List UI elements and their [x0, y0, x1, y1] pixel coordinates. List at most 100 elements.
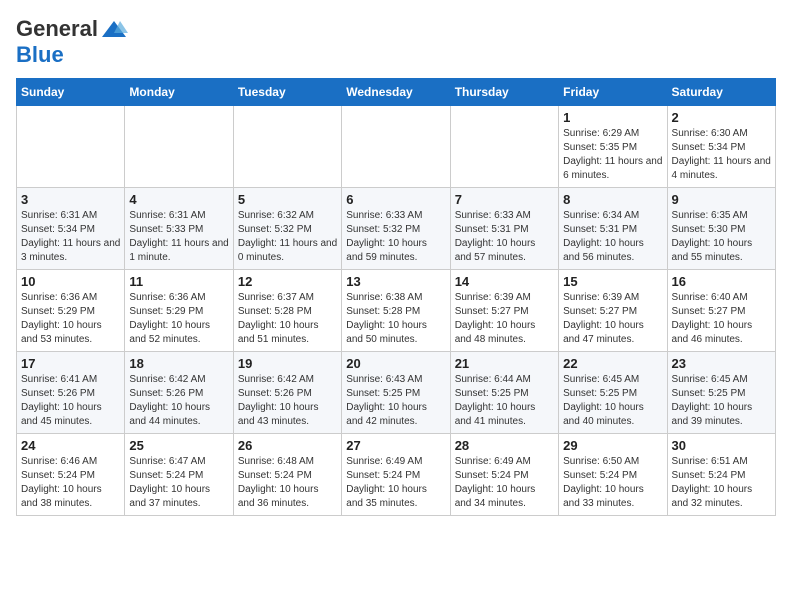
- calendar-cell: [450, 106, 558, 188]
- calendar-cell: 19 Sunrise: 6:42 AM Sunset: 5:26 PM Dayli…: [233, 352, 341, 434]
- day-number: 28: [455, 438, 554, 453]
- calendar-cell: [342, 106, 450, 188]
- calendar-cell: 14 Sunrise: 6:39 AM Sunset: 5:27 PM Dayli…: [450, 270, 558, 352]
- logo-icon: [100, 19, 128, 39]
- day-number: 14: [455, 274, 554, 289]
- calendar-cell: 5 Sunrise: 6:32 AM Sunset: 5:32 PM Daylig…: [233, 188, 341, 270]
- day-number: 15: [563, 274, 662, 289]
- calendar: SundayMondayTuesdayWednesdayThursdayFrid…: [16, 78, 776, 516]
- calendar-cell: 6 Sunrise: 6:33 AM Sunset: 5:32 PM Daylig…: [342, 188, 450, 270]
- day-number: 4: [129, 192, 228, 207]
- header: General Blue: [16, 16, 776, 68]
- calendar-cell: 3 Sunrise: 6:31 AM Sunset: 5:34 PM Daylig…: [17, 188, 125, 270]
- weekday-header-thursday: Thursday: [450, 79, 558, 106]
- day-number: 25: [129, 438, 228, 453]
- day-info: Sunrise: 6:42 AM Sunset: 5:26 PM Dayligh…: [238, 373, 337, 429]
- day-info: Sunrise: 6:50 AM Sunset: 5:24 PM Dayligh…: [563, 455, 662, 511]
- day-number: 7: [455, 192, 554, 207]
- weekday-header-friday: Friday: [559, 79, 667, 106]
- day-info: Sunrise: 6:30 AM Sunset: 5:34 PM Dayligh…: [672, 127, 771, 183]
- day-number: 27: [346, 438, 445, 453]
- day-info: Sunrise: 6:39 AM Sunset: 5:27 PM Dayligh…: [455, 291, 554, 347]
- calendar-cell: 30Sunrise: 6:51 AM Sunset: 5:24 PM Dayli…: [667, 434, 775, 516]
- calendar-week-2: 3 Sunrise: 6:31 AM Sunset: 5:34 PM Daylig…: [17, 188, 776, 270]
- day-info: Sunrise: 6:29 AM Sunset: 5:35 PM Dayligh…: [563, 127, 662, 183]
- day-number: 17: [21, 356, 120, 371]
- day-info: Sunrise: 6:46 AM Sunset: 5:24 PM Dayligh…: [21, 455, 120, 511]
- day-number: 18: [129, 356, 228, 371]
- day-number: 12: [238, 274, 337, 289]
- day-number: 13: [346, 274, 445, 289]
- day-info: Sunrise: 6:49 AM Sunset: 5:24 PM Dayligh…: [346, 455, 445, 511]
- day-info: Sunrise: 6:35 AM Sunset: 5:30 PM Dayligh…: [672, 209, 771, 265]
- day-number: 10: [21, 274, 120, 289]
- day-number: 6: [346, 192, 445, 207]
- day-number: 26: [238, 438, 337, 453]
- day-info: Sunrise: 6:41 AM Sunset: 5:26 PM Dayligh…: [21, 373, 120, 429]
- calendar-cell: 9 Sunrise: 6:35 AM Sunset: 5:30 PM Daylig…: [667, 188, 775, 270]
- calendar-cell: 20 Sunrise: 6:43 AM Sunset: 5:25 PM Dayli…: [342, 352, 450, 434]
- day-number: 24: [21, 438, 120, 453]
- calendar-cell: 21 Sunrise: 6:44 AM Sunset: 5:25 PM Dayli…: [450, 352, 558, 434]
- day-info: Sunrise: 6:48 AM Sunset: 5:24 PM Dayligh…: [238, 455, 337, 511]
- logo-blue: Blue: [16, 42, 64, 67]
- day-info: Sunrise: 6:42 AM Sunset: 5:26 PM Dayligh…: [129, 373, 228, 429]
- calendar-cell: 12 Sunrise: 6:37 AM Sunset: 5:28 PM Dayli…: [233, 270, 341, 352]
- day-number: 1: [563, 110, 662, 125]
- calendar-cell: 17 Sunrise: 6:41 AM Sunset: 5:26 PM Dayli…: [17, 352, 125, 434]
- calendar-cell: 10 Sunrise: 6:36 AM Sunset: 5:29 PM Dayli…: [17, 270, 125, 352]
- calendar-cell: 16 Sunrise: 6:40 AM Sunset: 5:27 PM Dayli…: [667, 270, 775, 352]
- day-info: Sunrise: 6:31 AM Sunset: 5:34 PM Dayligh…: [21, 209, 120, 265]
- day-number: 11: [129, 274, 228, 289]
- day-number: 8: [563, 192, 662, 207]
- day-number: 19: [238, 356, 337, 371]
- day-info: Sunrise: 6:36 AM Sunset: 5:29 PM Dayligh…: [21, 291, 120, 347]
- calendar-week-1: 1 Sunrise: 6:29 AM Sunset: 5:35 PM Daylig…: [17, 106, 776, 188]
- day-number: 2: [672, 110, 771, 125]
- calendar-cell: 26 Sunrise: 6:48 AM Sunset: 5:24 PM Dayli…: [233, 434, 341, 516]
- day-info: Sunrise: 6:49 AM Sunset: 5:24 PM Dayligh…: [455, 455, 554, 511]
- day-number: 9: [672, 192, 771, 207]
- logo-general: General: [16, 16, 98, 42]
- calendar-cell: [233, 106, 341, 188]
- day-info: Sunrise: 6:34 AM Sunset: 5:31 PM Dayligh…: [563, 209, 662, 265]
- day-number: 20: [346, 356, 445, 371]
- weekday-header-tuesday: Tuesday: [233, 79, 341, 106]
- calendar-week-4: 17 Sunrise: 6:41 AM Sunset: 5:26 PM Dayli…: [17, 352, 776, 434]
- day-number: 16: [672, 274, 771, 289]
- calendar-cell: 4 Sunrise: 6:31 AM Sunset: 5:33 PM Daylig…: [125, 188, 233, 270]
- weekday-header-monday: Monday: [125, 79, 233, 106]
- day-info: Sunrise: 6:33 AM Sunset: 5:32 PM Dayligh…: [346, 209, 445, 265]
- calendar-cell: 7Sunrise: 6:33 AM Sunset: 5:31 PM Daylig…: [450, 188, 558, 270]
- calendar-cell: [17, 106, 125, 188]
- day-info: Sunrise: 6:31 AM Sunset: 5:33 PM Dayligh…: [129, 209, 228, 265]
- day-info: Sunrise: 6:45 AM Sunset: 5:25 PM Dayligh…: [563, 373, 662, 429]
- day-info: Sunrise: 6:40 AM Sunset: 5:27 PM Dayligh…: [672, 291, 771, 347]
- day-info: Sunrise: 6:37 AM Sunset: 5:28 PM Dayligh…: [238, 291, 337, 347]
- calendar-week-3: 10 Sunrise: 6:36 AM Sunset: 5:29 PM Dayli…: [17, 270, 776, 352]
- calendar-cell: 28 Sunrise: 6:49 AM Sunset: 5:24 PM Dayli…: [450, 434, 558, 516]
- day-number: 21: [455, 356, 554, 371]
- logo: General Blue: [16, 16, 128, 68]
- weekday-header-wednesday: Wednesday: [342, 79, 450, 106]
- calendar-cell: 13Sunrise: 6:38 AM Sunset: 5:28 PM Dayli…: [342, 270, 450, 352]
- calendar-cell: 1 Sunrise: 6:29 AM Sunset: 5:35 PM Daylig…: [559, 106, 667, 188]
- day-number: 23: [672, 356, 771, 371]
- calendar-header-row: SundayMondayTuesdayWednesdayThursdayFrid…: [17, 79, 776, 106]
- weekday-header-sunday: Sunday: [17, 79, 125, 106]
- day-info: Sunrise: 6:39 AM Sunset: 5:27 PM Dayligh…: [563, 291, 662, 347]
- day-info: Sunrise: 6:51 AM Sunset: 5:24 PM Dayligh…: [672, 455, 771, 511]
- calendar-cell: 27 Sunrise: 6:49 AM Sunset: 5:24 PM Dayli…: [342, 434, 450, 516]
- day-number: 3: [21, 192, 120, 207]
- day-info: Sunrise: 6:43 AM Sunset: 5:25 PM Dayligh…: [346, 373, 445, 429]
- day-number: 5: [238, 192, 337, 207]
- calendar-cell: 8 Sunrise: 6:34 AM Sunset: 5:31 PM Daylig…: [559, 188, 667, 270]
- calendar-cell: 2 Sunrise: 6:30 AM Sunset: 5:34 PM Daylig…: [667, 106, 775, 188]
- calendar-cell: 29Sunrise: 6:50 AM Sunset: 5:24 PM Dayli…: [559, 434, 667, 516]
- day-info: Sunrise: 6:44 AM Sunset: 5:25 PM Dayligh…: [455, 373, 554, 429]
- weekday-header-saturday: Saturday: [667, 79, 775, 106]
- calendar-cell: 18 Sunrise: 6:42 AM Sunset: 5:26 PM Dayli…: [125, 352, 233, 434]
- day-info: Sunrise: 6:47 AM Sunset: 5:24 PM Dayligh…: [129, 455, 228, 511]
- day-info: Sunrise: 6:32 AM Sunset: 5:32 PM Dayligh…: [238, 209, 337, 265]
- calendar-cell: 11Sunrise: 6:36 AM Sunset: 5:29 PM Dayli…: [125, 270, 233, 352]
